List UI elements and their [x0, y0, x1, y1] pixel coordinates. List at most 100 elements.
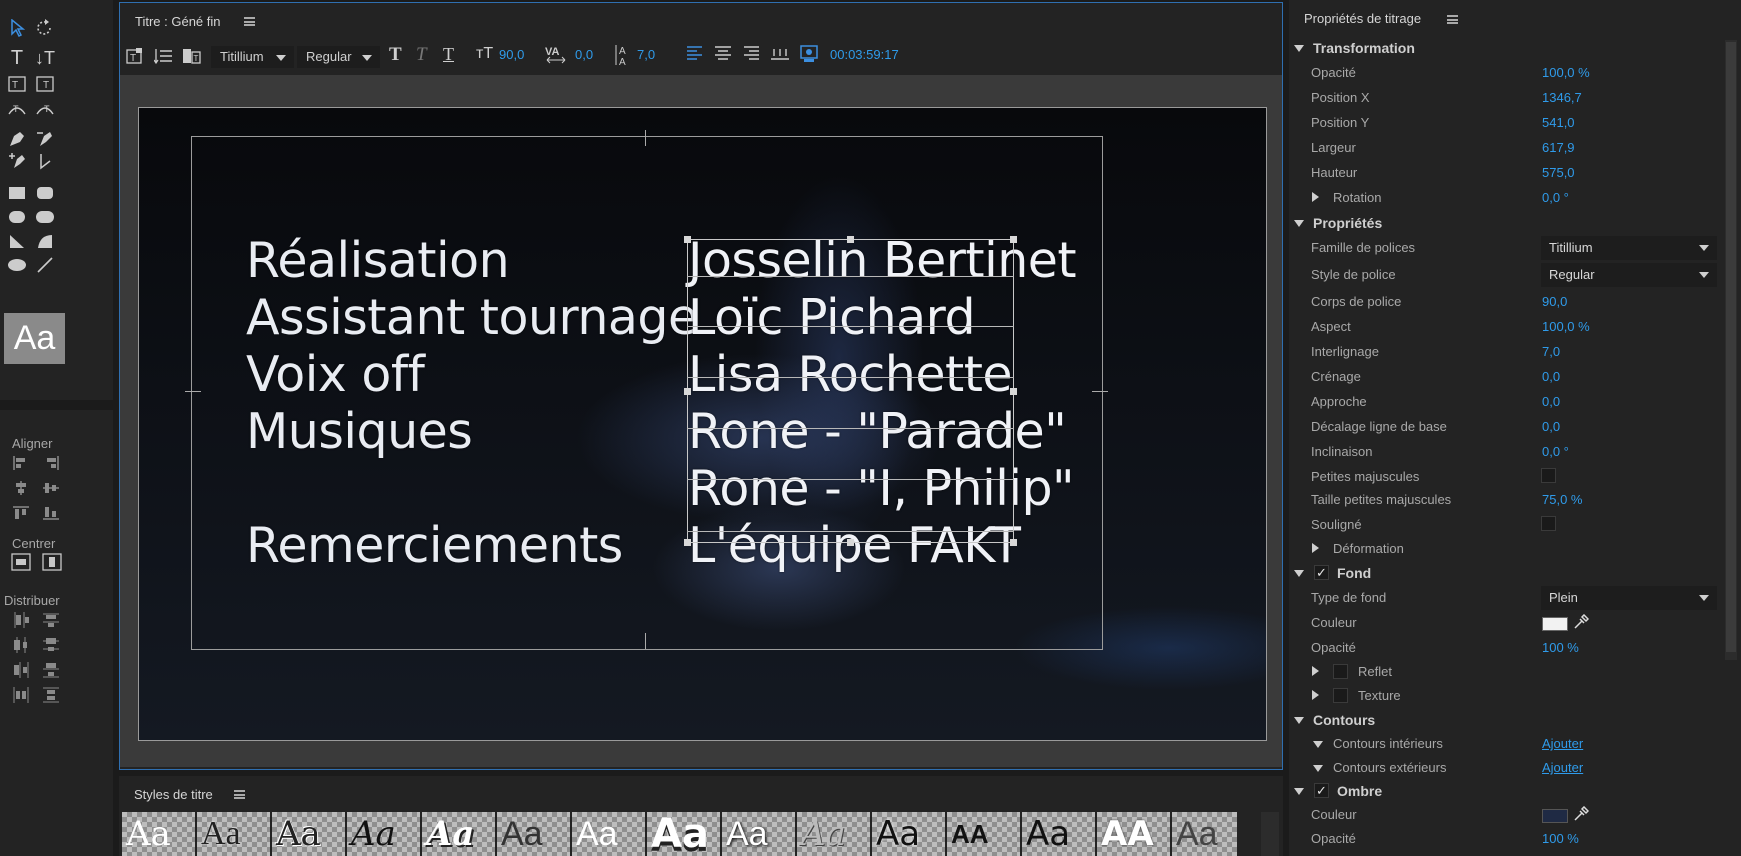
vertical-type-tool-icon[interactable]: ↓T	[34, 47, 56, 69]
credit-role-4[interactable]: Musiques	[246, 403, 473, 460]
area-type-tool-icon[interactable]: T	[6, 73, 28, 95]
fill-type-select[interactable]: Plein	[1541, 586, 1717, 610]
slant-value[interactable]: 0,0 °	[1542, 444, 1569, 459]
font-family-dropdown[interactable]: Titillium	[211, 46, 294, 68]
properties-menu-icon[interactable]	[1447, 15, 1458, 24]
font-family-select[interactable]: Titillium	[1541, 236, 1717, 260]
type-tool-icon[interactable]: T	[6, 47, 28, 69]
distribute-right-icon[interactable]	[10, 660, 32, 680]
delete-anchor-tool-icon[interactable]	[34, 128, 56, 150]
center-vertical-icon[interactable]	[41, 552, 63, 572]
small-caps-checkbox[interactable]	[1541, 468, 1556, 483]
font-style-select[interactable]: Regular	[1541, 263, 1717, 287]
selection-tool-icon[interactable]	[6, 17, 28, 39]
bold-icon[interactable]: T	[389, 44, 402, 66]
shadow-opacity-value[interactable]: 100 %	[1542, 831, 1579, 846]
row-distort[interactable]: Déformation	[1289, 538, 1719, 560]
style-swatch-15[interactable]: Aa	[1172, 812, 1237, 856]
new-title-icon[interactable]: T	[126, 47, 144, 69]
style-swatch-8[interactable]: Aa	[647, 812, 720, 856]
position-y-value[interactable]: 541,0	[1542, 115, 1575, 130]
distribute-spacing-h-icon[interactable]	[10, 685, 32, 705]
add-anchor-tool-icon[interactable]	[6, 150, 28, 172]
align-center-vertical-icon[interactable]	[10, 478, 32, 498]
aspect-value[interactable]: 100,0 %	[1542, 319, 1590, 334]
baseline-shift-value[interactable]: 0,0	[1542, 419, 1560, 434]
style-swatch-7[interactable]: Aa	[572, 812, 645, 856]
sheen-checkbox[interactable]	[1333, 664, 1348, 679]
rounded-rectangle-tool-icon[interactable]	[34, 182, 56, 204]
kerning-prop-value[interactable]: 0,0	[1542, 369, 1560, 384]
texture-checkbox[interactable]	[1333, 688, 1348, 703]
underline-icon[interactable]: T	[443, 44, 454, 65]
resize-handle-bottom-right[interactable]	[1010, 539, 1017, 546]
add-outer-stroke-link[interactable]: Ajouter	[1542, 760, 1583, 775]
align-text-center-icon[interactable]	[714, 45, 732, 65]
small-caps-size-value[interactable]: 75,0 %	[1542, 492, 1582, 507]
distribute-spacing-v-icon[interactable]	[40, 685, 62, 705]
eyedropper-icon[interactable]	[1573, 805, 1590, 825]
background-timecode[interactable]: 00:03:59:17	[830, 47, 899, 62]
distribute-bottom-icon[interactable]	[40, 660, 62, 680]
properties-scrollbar-thumb[interactable]	[1726, 42, 1736, 652]
distribute-center-h-icon[interactable]	[10, 635, 32, 655]
vertical-path-type-tool-icon[interactable]: T	[34, 98, 56, 120]
fill-opacity-value[interactable]: 100 %	[1542, 640, 1579, 655]
section-proprietes[interactable]: Propriétés	[1289, 212, 1719, 234]
font-style-dropdown[interactable]: Regular	[297, 46, 380, 68]
resize-handle-top-left[interactable]	[684, 236, 691, 243]
ombre-checkbox[interactable]: ✓	[1314, 783, 1329, 798]
resize-handle-left[interactable]	[684, 388, 691, 395]
rectangle-tool-icon[interactable]	[6, 182, 28, 204]
align-bottom-icon[interactable]	[40, 503, 62, 523]
font-size-value[interactable]: 90,0	[499, 47, 524, 62]
title-styles-menu-icon[interactable]	[234, 790, 245, 799]
style-swatch-10[interactable]: Aa	[797, 812, 870, 856]
roll-crawl-options-icon[interactable]	[153, 47, 174, 69]
section-ombre[interactable]: ✓ Ombre	[1289, 780, 1719, 802]
fill-color-swatch[interactable]	[1542, 617, 1568, 631]
distribute-left-icon[interactable]	[10, 610, 32, 630]
distribute-top-icon[interactable]	[40, 610, 62, 630]
tracking-value[interactable]: 0,0	[1542, 394, 1560, 409]
leading-prop-value[interactable]: 7,0	[1542, 344, 1560, 359]
align-text-left-icon[interactable]	[686, 45, 704, 65]
resize-handle-right[interactable]	[1010, 388, 1017, 395]
leading-value[interactable]: 7,0	[637, 47, 655, 62]
style-swatch-9[interactable]: Aa	[722, 812, 795, 856]
pen-tool-icon[interactable]	[6, 128, 28, 150]
row-sheen[interactable]: Reflet	[1289, 661, 1719, 683]
style-swatch-2[interactable]: Aa	[197, 812, 270, 856]
vertical-area-type-tool-icon[interactable]: T	[34, 73, 56, 95]
arc-tool-icon[interactable]	[34, 230, 56, 252]
distribute-center-v-icon[interactable]	[40, 635, 62, 655]
convert-anchor-tool-icon[interactable]	[34, 150, 56, 172]
style-swatch-13[interactable]: Aa	[1022, 812, 1095, 856]
position-x-value[interactable]: 1346,7	[1542, 90, 1582, 105]
style-swatch-6[interactable]: Aa	[497, 812, 570, 856]
credit-role-2[interactable]: Assistant tournage	[246, 289, 698, 346]
align-left-icon[interactable]	[10, 453, 32, 473]
eyedropper-icon[interactable]	[1573, 613, 1590, 633]
templates-icon[interactable]: T	[182, 47, 202, 69]
text-selection-box[interactable]	[687, 239, 1014, 543]
section-contours[interactable]: Contours	[1289, 709, 1719, 731]
rounded-corner-rectangle-tool-icon[interactable]	[34, 206, 56, 228]
style-swatch-4[interactable]: Aa	[347, 812, 420, 856]
styles-scrollbar[interactable]	[1261, 812, 1279, 856]
width-value[interactable]: 617,9	[1542, 140, 1575, 155]
resize-handle-bottom[interactable]	[847, 539, 854, 546]
align-top-icon[interactable]	[10, 503, 32, 523]
section-fond[interactable]: ✓ Fond	[1289, 562, 1719, 584]
credit-role-3[interactable]: Voix off	[246, 346, 425, 403]
style-swatch-11[interactable]: Aa	[872, 812, 945, 856]
tab-stops-icon[interactable]	[770, 45, 790, 65]
credit-role-6[interactable]: Remerciements	[246, 517, 623, 574]
resize-handle-bottom-left[interactable]	[684, 539, 691, 546]
height-value[interactable]: 575,0	[1542, 165, 1575, 180]
align-text-right-icon[interactable]	[742, 45, 760, 65]
title-canvas[interactable]: Réalisation Assistant tournage Voix off …	[138, 107, 1267, 741]
credit-role-1[interactable]: Réalisation	[246, 232, 510, 289]
resize-handle-top[interactable]	[847, 236, 854, 243]
style-swatch-14[interactable]: AA	[1097, 812, 1170, 856]
